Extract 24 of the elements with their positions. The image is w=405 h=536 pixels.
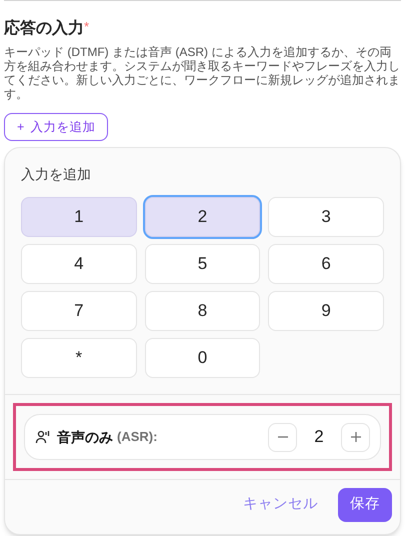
add-input-button[interactable]: + 入力を追加 (4, 113, 108, 141)
keypad-key[interactable]: * (21, 338, 137, 378)
speaking-person-icon (35, 429, 51, 445)
keypad-key[interactable]: 4 (21, 244, 137, 284)
asr-sublabel: (ASR): (117, 428, 158, 446)
keypad-key[interactable]: 9 (268, 291, 384, 331)
required-mark: * (84, 18, 90, 36)
keypad-key[interactable]: 2 (144, 197, 260, 237)
asr-count: 2 (313, 426, 325, 448)
minus-icon (278, 436, 288, 438)
save-button[interactable]: 保存 (338, 488, 392, 522)
keypad-key[interactable]: 6 (268, 244, 384, 284)
keypad-key[interactable]: 3 (268, 197, 384, 237)
popover-title: 入力を追加 (21, 165, 92, 184)
keypad-key[interactable]: 7 (21, 291, 137, 331)
section-title: 応答の入力 (4, 18, 84, 39)
keypad-key[interactable]: 5 (144, 244, 260, 284)
keypad-key[interactable]: 8 (144, 291, 260, 331)
plus-icon (350, 432, 360, 442)
increment-button[interactable] (341, 422, 370, 452)
section-description: キーパッド (DTMF) または音声 (ASR) による入力を追加するか、その両方を組み合わせます。システムが聞き取るキーワードやフレーズを入力してください。新しい入力ごとに、ワークフローに新規レッグが追加されます。 (4, 45, 401, 101)
keypad-key[interactable]: 1 (21, 197, 137, 237)
asr-label: 音声のみ (57, 428, 113, 446)
keypad-key[interactable]: 0 (144, 338, 260, 378)
